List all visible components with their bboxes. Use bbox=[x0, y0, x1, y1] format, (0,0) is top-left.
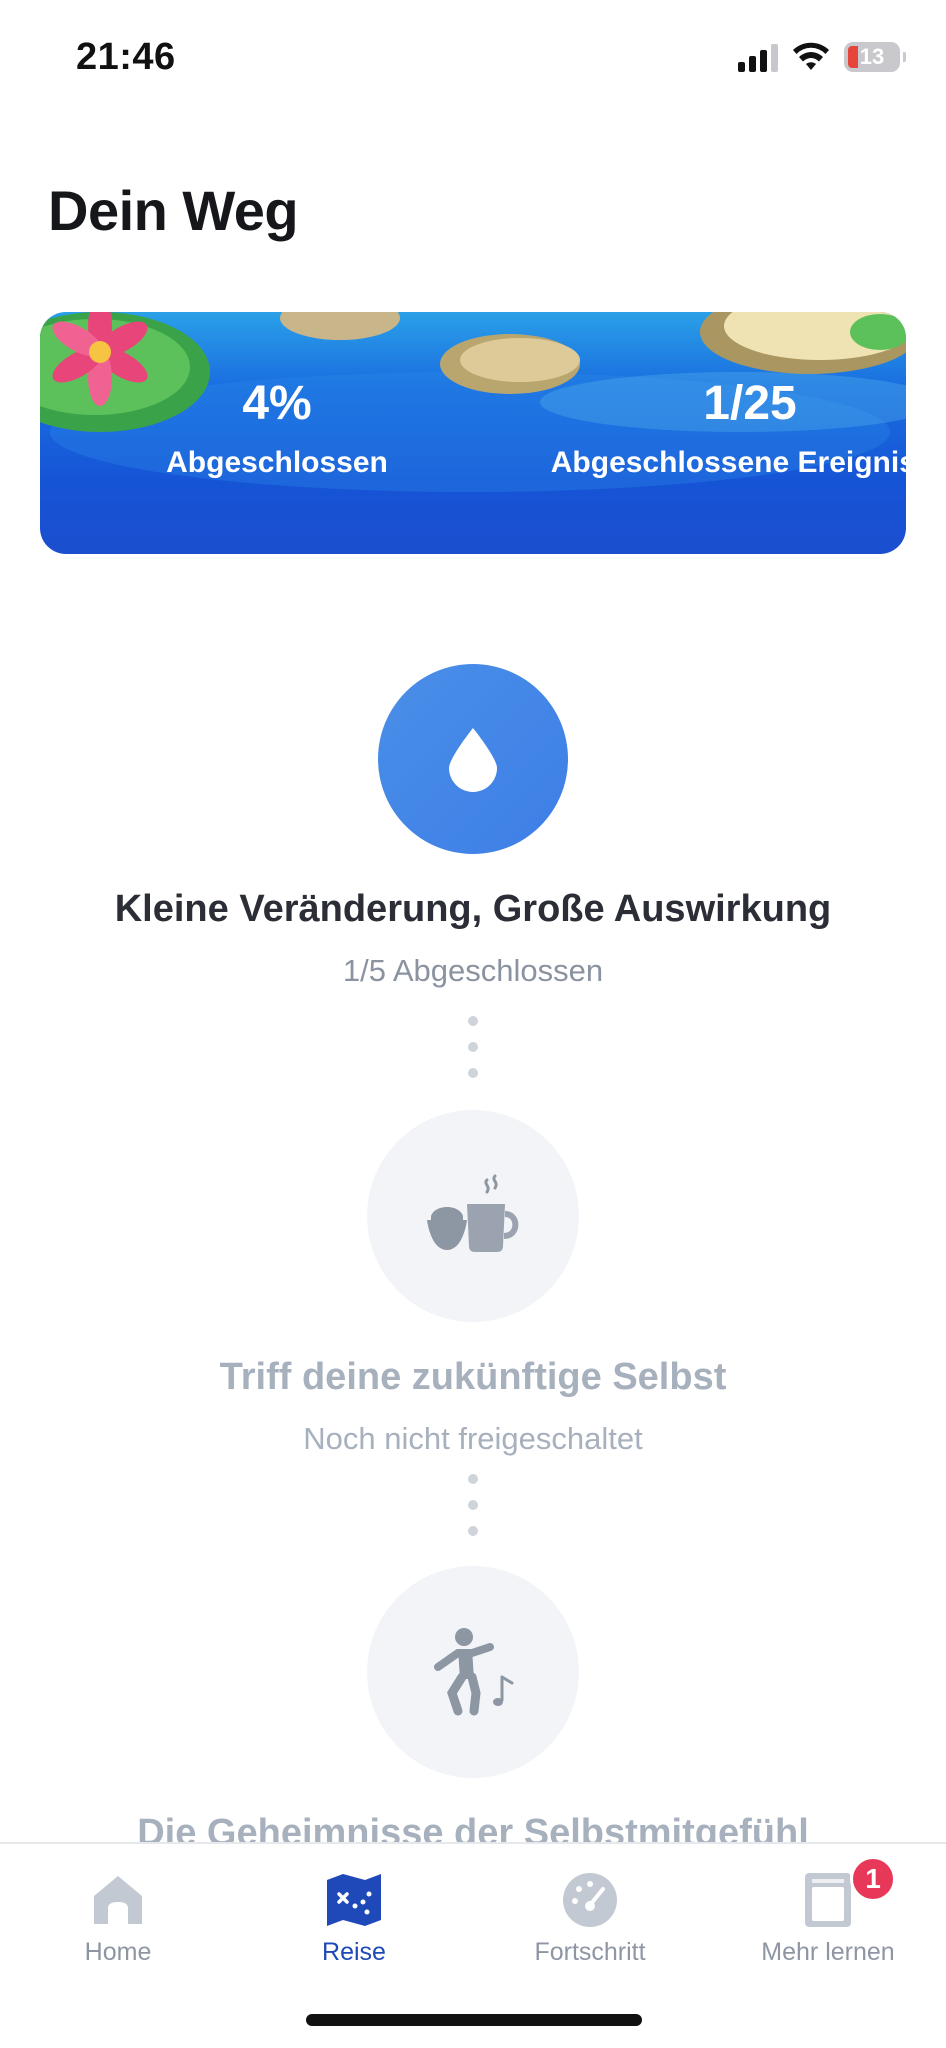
step-status: 1/5 Abgeschlossen bbox=[342, 953, 604, 988]
completed-events-stat: 1/25 Abgeschlossene Ereignisse bbox=[490, 380, 906, 480]
step-title: Triff deine zukünftige Selbst bbox=[219, 1356, 727, 1398]
page-title: Dein Weg bbox=[48, 179, 299, 242]
path-connector bbox=[468, 1474, 478, 1552]
tab-journey[interactable]: Reise bbox=[236, 1868, 472, 1967]
tab-learn-more[interactable]: 1 Mehr lernen bbox=[710, 1856, 946, 1967]
completed-events-value: 1/25 bbox=[703, 377, 797, 430]
completed-events-label: Abgeschlossene Ereignisse bbox=[550, 446, 906, 479]
battery-icon: 13 bbox=[844, 42, 906, 72]
step-circle[interactable] bbox=[367, 1566, 579, 1778]
gauge-icon bbox=[563, 1873, 617, 1927]
completion-percent-value: 4% bbox=[242, 377, 312, 430]
status-time: 21:46 bbox=[76, 36, 176, 78]
notification-badge: 1 bbox=[850, 1856, 896, 1902]
tab-label: Reise bbox=[322, 1938, 386, 1966]
dancing-person-icon bbox=[434, 1628, 514, 1716]
tab-label: Mehr lernen bbox=[761, 1938, 895, 1966]
tab-home[interactable]: Home bbox=[0, 1868, 236, 1967]
path-connector bbox=[468, 1016, 478, 1094]
status-bar: 21:46 13 bbox=[0, 0, 946, 120]
step-title: Kleine Veränderung, Große Auswirkung bbox=[114, 888, 832, 930]
tab-label: Fortschritt bbox=[534, 1938, 646, 1966]
cellular-signal-icon bbox=[738, 42, 778, 72]
battery-level: 13 bbox=[859, 44, 885, 69]
progress-banner: 4% Abgeschlossen 1/25 Abgeschlossene Ere… bbox=[40, 312, 906, 554]
wifi-icon bbox=[793, 42, 829, 70]
home-icon bbox=[94, 1876, 142, 1924]
tab-label: Home bbox=[84, 1938, 152, 1966]
journey-step-active[interactable]: Kleine Veränderung, Große Auswirkung 1/5… bbox=[0, 664, 946, 989]
water-drop-icon bbox=[449, 728, 497, 792]
step-circle[interactable] bbox=[367, 1110, 579, 1322]
coffee-cup-icon bbox=[427, 1174, 519, 1252]
book-icon bbox=[805, 1873, 851, 1927]
home-indicator bbox=[306, 2014, 642, 2026]
journey-step-locked[interactable]: Die Geheimnisse der Selbstmitgefühl bbox=[0, 1566, 946, 1855]
step-circle[interactable] bbox=[378, 664, 568, 854]
step-status: Noch nicht freigeschaltet bbox=[303, 1421, 643, 1456]
status-icons: 13 bbox=[738, 42, 906, 72]
tab-progress[interactable]: Fortschritt bbox=[472, 1868, 708, 1967]
completion-percent-stat: 4% Abgeschlossen bbox=[112, 380, 442, 480]
map-icon bbox=[327, 1874, 381, 1926]
completion-percent-label: Abgeschlossen bbox=[166, 446, 388, 479]
journey-step-locked[interactable]: Triff deine zukünftige Selbst Noch nicht… bbox=[0, 1110, 946, 1457]
